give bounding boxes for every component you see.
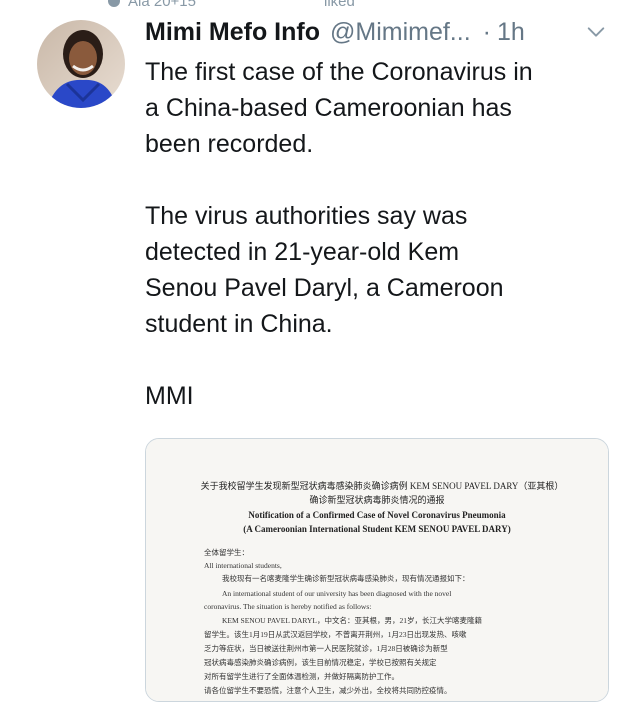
tweet-paragraph-2: The virus authorities say was detected i…	[145, 202, 504, 338]
doc-en-title-2: (A Cameroonian International Student KEM…	[243, 524, 510, 534]
separator-dot: ·	[482, 18, 491, 46]
doc-body-cn-4: 冠状病毒感染肺炎确诊病例，该生目前情况稳定，学校已按照有关规定	[204, 657, 437, 667]
doc-body-cn-6: 请各位留学生不要恐慌，注意个人卫生，减少外出，全校将共同防控疫情。	[204, 685, 452, 695]
doc-body-cn-2: 留学生。该生1月19日从武汉返回学校，不曾离开荆州，1月23日出现发热、咳嗽	[204, 629, 467, 639]
doc-cn-title-1: 关于我校留学生发现新型冠状病毒感染肺炎确诊病例 KEM SENOU PAVEL …	[201, 480, 564, 491]
media-attachment[interactable]: 关于我校留学生发现新型冠状病毒感染肺炎确诊病例 KEM SENOU PAVEL …	[145, 438, 609, 702]
tweet[interactable]: Mimi Mefo Info @Mimimef... · 1h The firs…	[145, 14, 625, 414]
social-context-right: liked	[323, 0, 355, 10]
doc-body-en-2: coronavirus. The situation is hereby not…	[204, 602, 371, 611]
doc-salutation-cn: 全体留学生：	[204, 547, 249, 557]
author-handle[interactable]: @Mimimef...	[330, 14, 471, 50]
tweet-text: The first case of the Coronavirus in a C…	[145, 54, 625, 414]
retweet-icon	[108, 0, 120, 7]
tweet-time[interactable]: 1h	[497, 14, 525, 50]
social-context-bar: Ala 20+15 liked	[108, 0, 355, 10]
social-context-left: Ala 20+15	[128, 0, 196, 10]
chevron-down-icon[interactable]	[585, 21, 607, 43]
doc-body-cn-1: 我校现有一名喀麦隆学生确诊新型冠状病毒感染肺炎，现有情况通报如下：	[222, 573, 470, 583]
doc-body-cn-5: 对所有留学生进行了全面体温检测，并做好隔离防护工作。	[204, 671, 399, 681]
doc-body-en-1: An international student of our universi…	[222, 589, 451, 598]
document-image: 关于我校留学生发现新型冠状病毒感染肺炎确诊病例 KEM SENOU PAVEL …	[146, 439, 608, 701]
doc-salutation-en: All international students,	[204, 561, 282, 570]
doc-body-cn-3: 乏力等症状，当日被送往荆州市第一人民医院就诊，1月28日被确诊为新型	[204, 643, 448, 653]
tweet-paragraph-3: MMI	[145, 382, 194, 410]
doc-cn-title-2: 确诊新型冠状病毒肺炎情况的通报	[309, 494, 444, 505]
author-name[interactable]: Mimi Mefo Info	[145, 14, 320, 50]
tweet-header: Mimi Mefo Info @Mimimef... · 1h	[145, 14, 625, 50]
doc-body-en-3: KEM SENOU PAVEL DARYL，中文名：亚其根，男，21岁，长江大学…	[222, 615, 482, 625]
avatar[interactable]	[37, 20, 125, 108]
avatar-image	[37, 20, 125, 108]
doc-en-title-1: Notification of a Confirmed Case of Nove…	[248, 510, 506, 520]
tweet-paragraph-1: The first case of the Coronavirus in a C…	[145, 58, 533, 158]
